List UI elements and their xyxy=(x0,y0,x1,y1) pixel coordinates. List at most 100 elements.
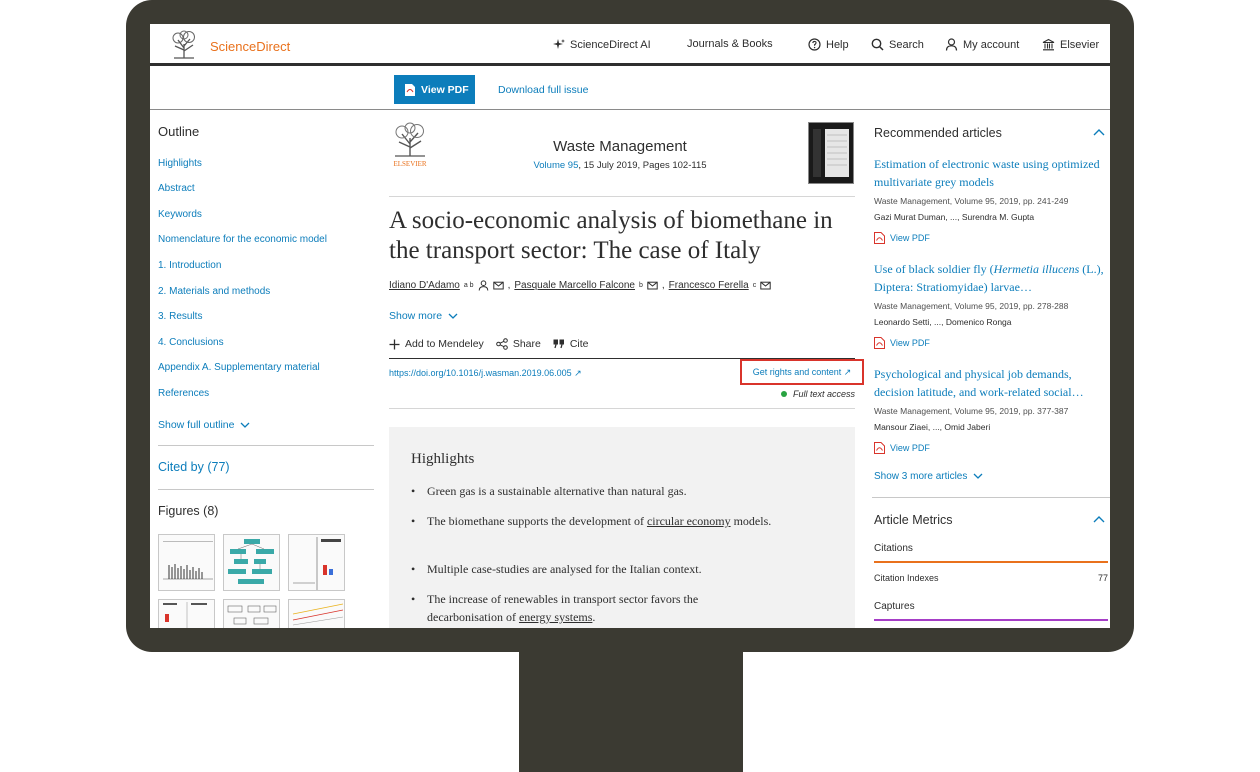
chevron-up-icon[interactable] xyxy=(1093,515,1105,523)
figures-heading: Figures (8) xyxy=(158,504,219,518)
outline-item-materials-methods[interactable]: 2. Materials and methods xyxy=(158,286,270,297)
nav-label: Journals & Books xyxy=(687,38,773,50)
recommended-view-pdf-link[interactable]: View PDF xyxy=(874,232,930,244)
volume-link[interactable]: Volume 95 xyxy=(533,160,578,171)
author-list: Idiano D'Adamo a b , Pasquale Marcello F… xyxy=(389,280,771,291)
journal-title[interactable]: Waste Management xyxy=(480,138,760,155)
author-affiliation[interactable]: a b xyxy=(464,282,474,289)
recommended-view-pdf-link[interactable]: View PDF xyxy=(874,442,930,454)
author-name[interactable]: Pasquale Marcello Falcone xyxy=(514,280,635,291)
outline-item-highlights[interactable]: Highlights xyxy=(158,158,202,169)
doi-link[interactable]: https://doi.org/10.1016/j.wasman.2019.06… xyxy=(389,368,582,379)
highlight-text: . xyxy=(592,610,596,624)
outline-divider xyxy=(158,445,374,446)
recommended-view-pdf-link[interactable]: View PDF xyxy=(874,337,930,349)
outline-item-abstract[interactable]: Abstract xyxy=(158,183,195,194)
sidebar-divider xyxy=(872,497,1110,498)
cited-by-divider xyxy=(158,489,374,490)
energy-systems-link[interactable]: energy systems xyxy=(519,610,592,624)
show-full-outline-label: Show full outline xyxy=(158,419,235,431)
article-metrics-heading: Article Metrics xyxy=(874,513,953,527)
view-pdf-button[interactable]: View PDF xyxy=(394,75,475,104)
citation-indexes-label: Citation Indexes xyxy=(874,573,939,583)
show-full-outline-button[interactable]: Show full outline xyxy=(158,419,250,431)
captures-label: Captures xyxy=(874,601,915,612)
journal-cover-image xyxy=(813,129,849,177)
figure-thumbnail-5[interactable] xyxy=(223,599,280,628)
email-icon[interactable] xyxy=(492,280,504,291)
chevron-down-icon xyxy=(241,422,250,428)
outline-item-nomenclature[interactable]: Nomenclature for the economic model xyxy=(158,234,327,245)
access-status-dot-icon xyxy=(781,391,787,397)
figure-thumbnail-2[interactable] xyxy=(223,534,280,591)
nav-search[interactable]: Search xyxy=(871,38,924,51)
highlight-text: The biomethane supports the development … xyxy=(427,514,647,528)
recommended-article-title[interactable]: Estimation of electronic waste using opt… xyxy=(874,155,1106,191)
figure-thumbnail-1[interactable] xyxy=(158,534,215,591)
citations-label: Citations xyxy=(874,543,913,554)
outline-item-results[interactable]: 3. Results xyxy=(158,311,202,322)
table-chart-thumbnail-icon xyxy=(293,537,341,590)
figure-thumbnail-6[interactable] xyxy=(288,599,345,628)
recommended-articles-heading: Recommended articles xyxy=(874,126,1002,140)
highlights-heading: Highlights xyxy=(411,451,475,467)
recommended-article-title[interactable]: Use of black soldier fly (Hermetia illuc… xyxy=(874,260,1106,296)
highlight-item: The increase of renewables in transport … xyxy=(411,590,741,626)
outline-item-keywords[interactable]: Keywords xyxy=(158,209,202,220)
captures-bar xyxy=(874,619,1108,621)
flow-diagram-thumbnail-icon xyxy=(228,539,274,584)
cite-label: Cite xyxy=(569,338,589,350)
author-name[interactable]: Francesco Ferella xyxy=(669,280,749,291)
nav-my-account[interactable]: My account xyxy=(945,38,1019,51)
figure-thumbnail-4[interactable] xyxy=(158,599,215,628)
elsevier-publisher-logo: ELSEVIER xyxy=(393,122,427,168)
help-icon xyxy=(808,38,821,51)
outline-item-references[interactable]: References xyxy=(158,388,209,399)
cite-button[interactable]: Cite xyxy=(553,338,589,350)
highlight-text: Multiple case-studies are analysed for t… xyxy=(427,562,702,576)
nav-institution[interactable]: Elsevier xyxy=(1042,38,1099,51)
institution-icon xyxy=(1042,38,1055,51)
quote-icon xyxy=(553,339,564,349)
elsevier-tree-logo xyxy=(168,30,200,60)
outline-item-introduction[interactable]: 1. Introduction xyxy=(158,260,221,271)
get-rights-and-content-link[interactable]: Get rights and content ↗ xyxy=(740,359,864,385)
outline-item-conclusions[interactable]: 4. Conclusions xyxy=(158,337,224,348)
email-icon[interactable] xyxy=(647,280,658,291)
outline-heading: Outline xyxy=(158,124,200,139)
chevron-up-icon[interactable] xyxy=(1093,128,1105,136)
volume-info: Volume 95, 15 July 2019, Pages 102-115 xyxy=(480,160,760,171)
show-more-articles-button[interactable]: Show 3 more articles xyxy=(874,471,983,482)
title-part: Use of black soldier fly ( xyxy=(874,262,994,276)
show-more-label: Show more xyxy=(389,310,443,322)
full-text-access-badge: Full text access xyxy=(781,389,855,399)
rights-label: Get rights and content xyxy=(752,367,842,377)
email-icon[interactable] xyxy=(760,280,771,291)
recommended-article-meta: Waste Management, Volume 95, 2019, pp. 2… xyxy=(874,196,1069,206)
user-icon xyxy=(945,38,958,51)
recommended-article-title[interactable]: Psychological and physical job demands, … xyxy=(874,365,1106,401)
author-affiliation[interactable]: b xyxy=(639,282,643,289)
chevron-down-icon xyxy=(448,313,458,319)
download-full-issue-link[interactable]: Download full issue xyxy=(498,84,588,96)
circular-economy-link[interactable]: circular economy xyxy=(647,514,731,528)
outline-item-appendix[interactable]: Appendix A. Supplementary material xyxy=(158,362,320,373)
title-italic-part: Hermetia illucens xyxy=(993,262,1080,276)
author-affiliation[interactable]: c xyxy=(753,282,757,289)
nav-sciencedirect-ai[interactable]: ScienceDirect AI xyxy=(552,38,651,51)
view-pdf-label: View PDF xyxy=(890,443,930,453)
sparkle-icon xyxy=(553,39,565,49)
citation-indexes-row: Citation Indexes 77 xyxy=(874,573,1108,583)
figure-thumbnail-3[interactable] xyxy=(288,534,345,591)
chart-thumbnail-icon xyxy=(163,602,207,628)
show-more-button[interactable]: Show more xyxy=(389,310,458,322)
cited-by-link[interactable]: Cited by (77) xyxy=(158,460,230,474)
nav-help[interactable]: Help xyxy=(808,38,849,51)
author-name[interactable]: Idiano D'Adamo xyxy=(389,280,460,291)
brand-name[interactable]: ScienceDirect xyxy=(210,39,290,54)
nav-journals-books[interactable]: Journals & Books xyxy=(687,38,773,50)
share-button[interactable]: Share xyxy=(496,338,541,350)
add-to-mendeley-button[interactable]: Add to Mendeley xyxy=(389,338,484,350)
journal-cover-thumbnail[interactable] xyxy=(808,122,854,184)
person-icon[interactable] xyxy=(478,280,489,291)
